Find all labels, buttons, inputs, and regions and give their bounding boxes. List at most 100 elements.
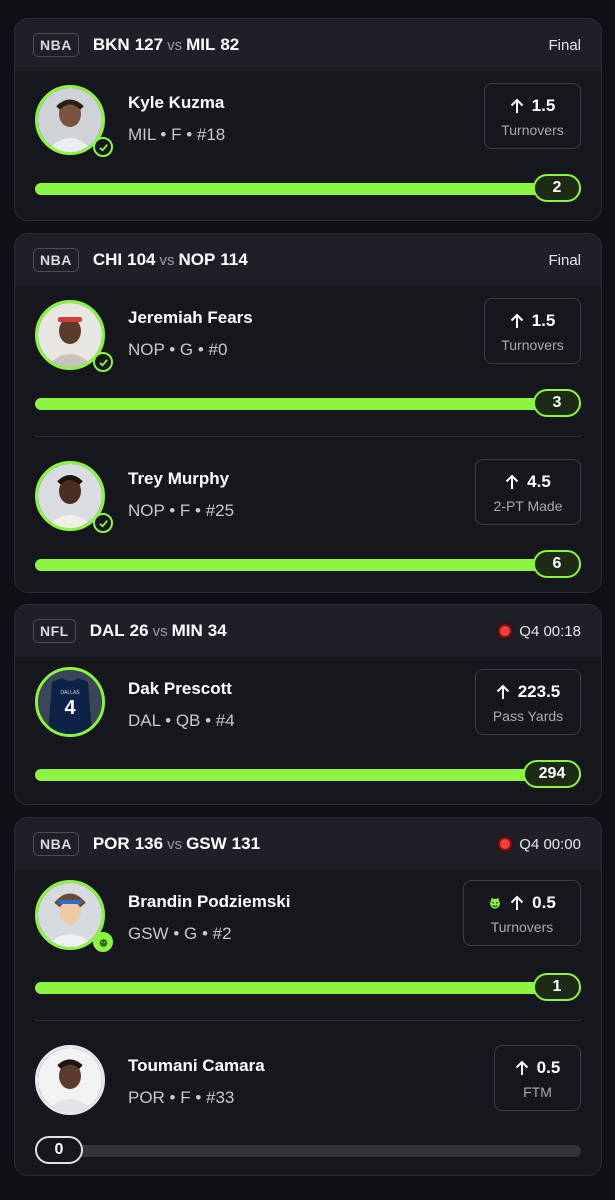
progress-track bbox=[35, 398, 581, 410]
game-status: Q4 00:18 bbox=[498, 623, 581, 640]
line-value: 223.5 bbox=[517, 682, 561, 701]
vs-label: vs bbox=[167, 835, 183, 853]
prop-line-box[interactable]: 1.5 Turnovers bbox=[484, 298, 581, 364]
player-row[interactable]: Toumani Camara POR • F • #33 0.5 FTM 0 bbox=[15, 1028, 601, 1175]
checkmark-icon bbox=[93, 137, 113, 157]
player-meta: DAL • QB • #4 bbox=[128, 711, 235, 730]
game-card[interactable]: NBA CHI 104 vs NOP 114 Final Jeremiah Fe… bbox=[14, 233, 602, 593]
arrow-up-icon bbox=[510, 98, 523, 113]
line-value: 1.5 bbox=[531, 96, 556, 115]
devil-emoji-icon bbox=[99, 938, 107, 947]
team2-abbr: GSW bbox=[186, 834, 227, 853]
arrow-up-icon bbox=[505, 474, 519, 489]
team1-score: 26 bbox=[129, 621, 149, 640]
prop-line-box[interactable]: 0.5 FTM bbox=[494, 1045, 581, 1111]
progress-fill bbox=[35, 398, 581, 410]
team2-score: 131 bbox=[231, 834, 261, 853]
prop-line-box[interactable]: 1.5 Turnovers bbox=[484, 83, 581, 149]
player-name: Brandin Podziemski bbox=[128, 892, 291, 911]
player-row[interactable]: Jeremiah Fears NOP • G • #0 1.5 Turnover… bbox=[15, 286, 601, 444]
prop-line: 223.5 bbox=[490, 682, 566, 702]
game-card[interactable]: NFL DAL 26 vs MIN 34 Q4 00:18 DALLAS 4 D… bbox=[14, 604, 602, 805]
live-indicator-icon bbox=[498, 624, 513, 638]
player-name: Trey Murphy bbox=[128, 469, 230, 488]
game-header: NFL DAL 26 vs MIN 34 Q4 00:18 bbox=[15, 605, 601, 657]
jersey-text: DALLAS bbox=[60, 690, 80, 696]
arrow-up-icon bbox=[510, 895, 524, 910]
team1-score: 136 bbox=[134, 834, 164, 853]
game-score: BKN 127 vs MIL 82 bbox=[93, 35, 239, 55]
devil-emoji-icon bbox=[490, 897, 501, 909]
player-photo-icon bbox=[38, 303, 102, 367]
prop-line-box[interactable]: 223.5 Pass Yards bbox=[475, 669, 581, 735]
player-photo-icon bbox=[38, 883, 102, 947]
player-avatar: DALLAS 4 bbox=[35, 667, 105, 737]
vs-label: vs bbox=[159, 251, 175, 269]
result-pill: 2 bbox=[533, 174, 581, 202]
stat-label: Turnovers bbox=[501, 122, 564, 138]
player-row[interactable]: Trey Murphy NOP • F • #25 4.5 2-PT Made … bbox=[15, 444, 601, 592]
progress-track bbox=[35, 1145, 581, 1157]
result-pill: 1 bbox=[533, 973, 581, 1001]
prop-line: 0.5 bbox=[478, 893, 566, 913]
stat-label: Turnovers bbox=[490, 919, 554, 935]
league-badge: NBA bbox=[33, 33, 79, 57]
player-row[interactable]: Brandin Podziemski GSW • G • #2 0.5 Turn… bbox=[15, 870, 601, 1028]
team1-score: 104 bbox=[127, 250, 156, 269]
jersey-number: 4 bbox=[64, 697, 76, 719]
team1-abbr: CHI bbox=[92, 250, 123, 269]
player-photo-icon bbox=[38, 464, 102, 528]
status-text: Q4 00:18 bbox=[519, 622, 581, 640]
game-header: NBA POR 136 vs GSW 131 Q4 00:00 bbox=[15, 818, 601, 870]
player-name: Toumani Camara bbox=[128, 1056, 265, 1075]
player-meta: POR • F • #33 bbox=[128, 1088, 235, 1107]
game-card[interactable]: NBA BKN 127 vs MIL 82 Final Kyle Kuzma M… bbox=[14, 18, 602, 221]
team2-score: 82 bbox=[220, 35, 240, 54]
prop-line-box[interactable]: 0.5 Turnovers bbox=[463, 880, 581, 946]
team2-abbr: MIL bbox=[186, 35, 216, 54]
arrow-up-icon bbox=[515, 1060, 528, 1075]
team1-score: 127 bbox=[134, 35, 164, 54]
player-row[interactable]: DALLAS 4 Dak Prescott DAL • QB • #4 223.… bbox=[15, 657, 601, 804]
player-photo-icon bbox=[38, 1048, 102, 1112]
vs-label: vs bbox=[152, 622, 168, 640]
game-header: NBA BKN 127 vs MIL 82 Final bbox=[15, 19, 601, 71]
status-text: Final bbox=[548, 36, 581, 54]
stat-label: Turnovers bbox=[501, 337, 564, 353]
progress-track bbox=[35, 769, 581, 781]
line-value: 4.5 bbox=[527, 472, 551, 491]
progress-track bbox=[35, 183, 581, 195]
team1-abbr: BKN bbox=[92, 35, 130, 54]
stat-label: Pass Yards bbox=[492, 708, 564, 724]
progress-fill bbox=[35, 559, 581, 571]
game-status: Q4 00:00 bbox=[498, 836, 581, 853]
line-value: 0.5 bbox=[536, 1058, 561, 1077]
game-card[interactable]: NBA POR 136 vs GSW 131 Q4 00:00 Brandin … bbox=[14, 817, 602, 1176]
arrow-up-icon bbox=[510, 313, 523, 328]
league-badge: NFL bbox=[33, 619, 76, 643]
player-meta: GSW • G • #2 bbox=[128, 924, 232, 943]
arrow-up-icon bbox=[496, 684, 509, 699]
team1-abbr: DAL bbox=[89, 621, 125, 640]
result-pill: 3 bbox=[533, 389, 581, 417]
live-indicator-icon bbox=[498, 837, 513, 851]
line-value: 1.5 bbox=[531, 311, 556, 330]
league-badge: NBA bbox=[33, 832, 79, 856]
game-header: NBA CHI 104 vs NOP 114 Final bbox=[15, 234, 601, 286]
prop-line-box[interactable]: 4.5 2-PT Made bbox=[475, 459, 581, 525]
league-badge: NBA bbox=[33, 248, 79, 272]
stat-label: FTM bbox=[523, 1084, 552, 1100]
player-meta: NOP • G • #0 bbox=[128, 340, 228, 359]
status-text: Q4 00:00 bbox=[519, 835, 581, 853]
stat-label: 2-PT Made bbox=[493, 498, 563, 514]
progress-track bbox=[35, 559, 581, 571]
player-name: Jeremiah Fears bbox=[128, 308, 253, 327]
prop-line: 1.5 bbox=[499, 311, 566, 331]
team2-abbr: MIN bbox=[171, 621, 203, 640]
row-divider bbox=[35, 436, 581, 437]
game-status: Final bbox=[548, 37, 581, 54]
player-row[interactable]: Kyle Kuzma MIL • F • #18 1.5 Turnovers 2 bbox=[15, 71, 601, 220]
checkmark-icon bbox=[93, 932, 113, 952]
result-pill: 0 bbox=[35, 1136, 83, 1164]
progress-fill bbox=[35, 769, 581, 781]
